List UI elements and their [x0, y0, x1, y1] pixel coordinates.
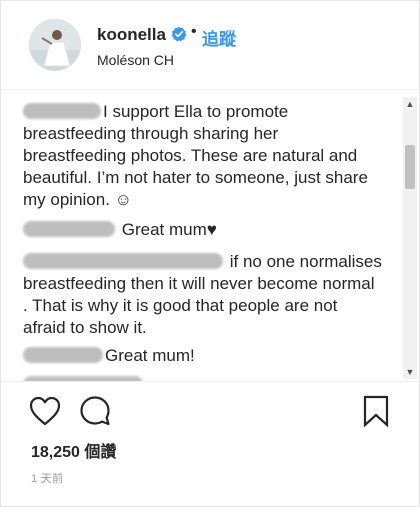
redacted-username[interactable] — [23, 103, 101, 119]
avatar-image — [30, 20, 80, 70]
comment-item: Great mum! — [23, 345, 383, 367]
comment-item: if no one normalises breastfeeding then … — [23, 251, 383, 339]
heart-icon[interactable] — [29, 396, 61, 426]
post-panel: koonella • 追蹤 Moléson CH I support Ella … — [0, 0, 420, 507]
redacted-username[interactable] — [23, 253, 223, 269]
redacted-username[interactable] — [23, 221, 115, 237]
scroll-up-arrow-icon[interactable]: ▲ — [403, 97, 417, 111]
verified-badge-icon — [171, 26, 187, 42]
scrollbar-thumb[interactable] — [405, 145, 415, 189]
comment-bubble-icon[interactable] — [79, 395, 111, 427]
location-link[interactable]: Moléson CH — [97, 52, 174, 68]
comment-text: Great mum! — [105, 346, 195, 365]
comments-list: I support Ella to promote breastfeeding … — [1, 91, 401, 381]
follow-button[interactable]: 追蹤 — [202, 25, 236, 50]
bookmark-icon[interactable] — [363, 395, 389, 427]
comment-item-partial — [23, 374, 383, 381]
avatar[interactable] — [29, 19, 81, 71]
scroll-down-arrow-icon[interactable]: ▼ — [403, 365, 417, 379]
username[interactable]: koonella — [97, 25, 166, 45]
post-header: koonella • 追蹤 Moléson CH — [1, 1, 419, 90]
comment-item: I support Ella to promote breastfeeding … — [23, 101, 383, 211]
comments-scrollbar[interactable]: ▲ ▼ — [403, 97, 417, 379]
comment-item: Great mum♥ — [23, 219, 383, 241]
post-timestamp[interactable]: 1 天前 — [31, 470, 63, 486]
like-count[interactable]: 18,250 個讚 — [31, 438, 116, 462]
post-actions: 18,250 個讚 1 天前 — [1, 381, 419, 507]
redacted-username[interactable] — [23, 347, 103, 363]
comment-text: Great mum♥ — [121, 220, 217, 239]
follow-separator: • — [191, 23, 197, 40]
